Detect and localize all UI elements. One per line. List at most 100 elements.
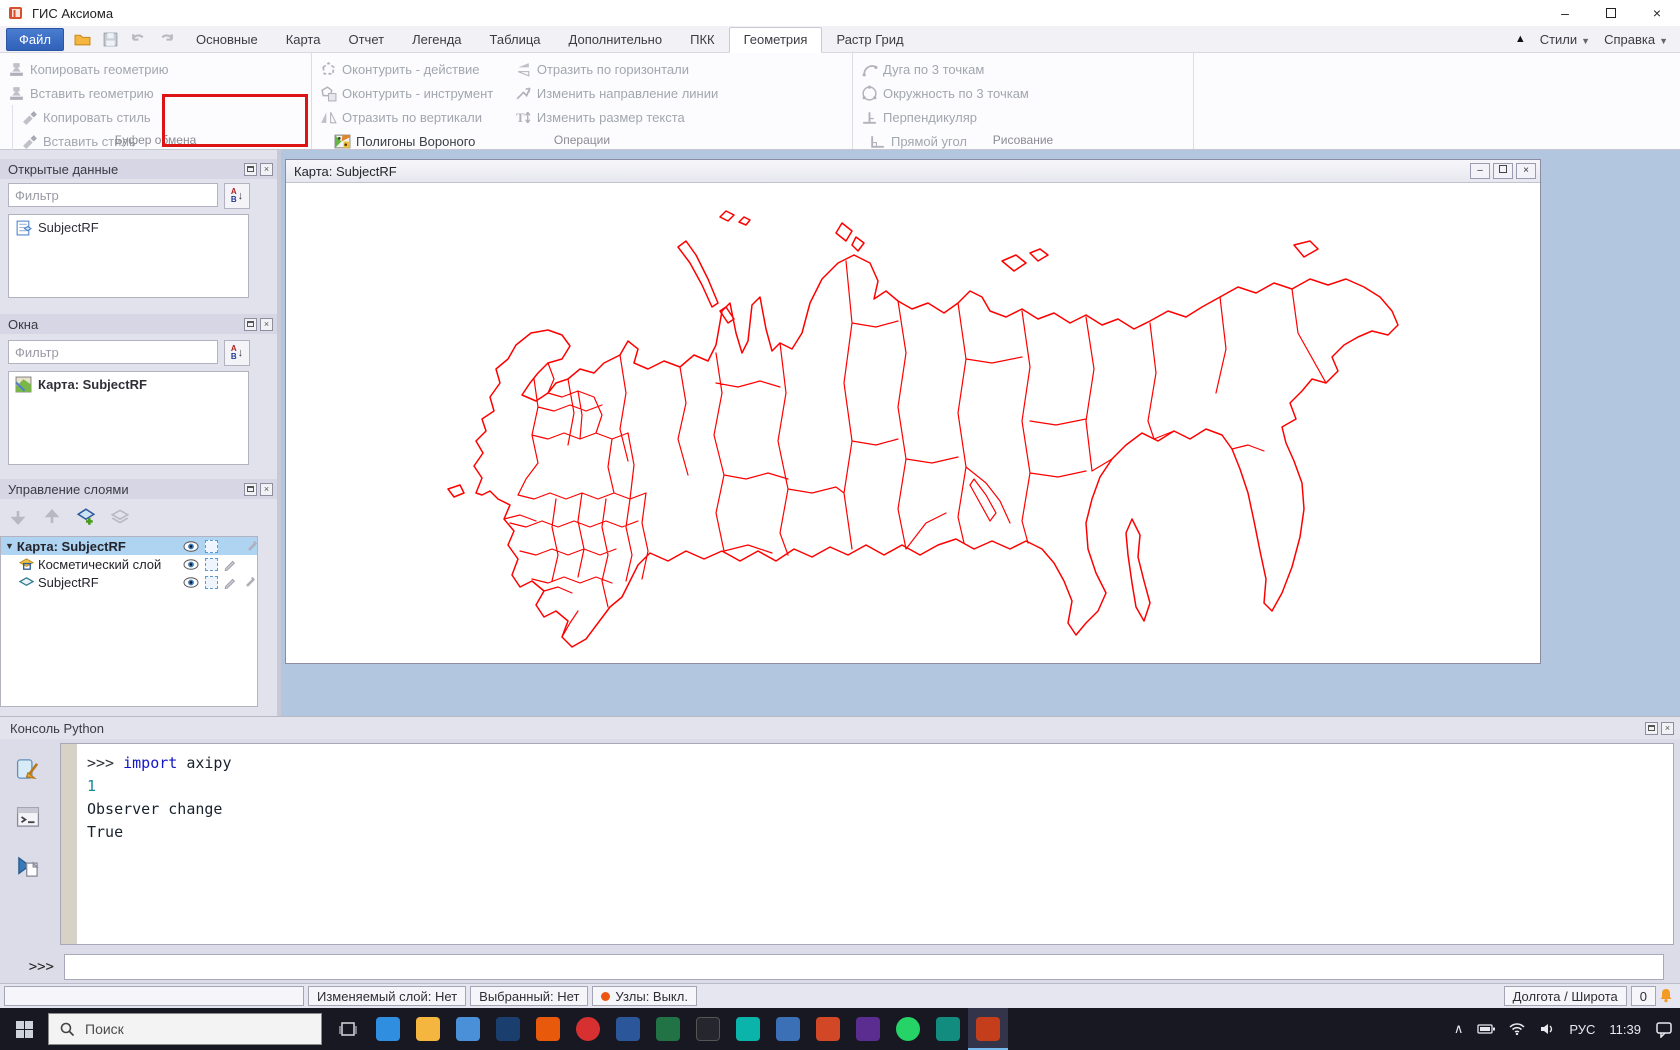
tab-geometriya-active[interactable]: Геометрия	[729, 27, 823, 53]
file-menu-button[interactable]: Файл	[6, 28, 64, 51]
status-editable-layer[interactable]: Изменяемый слой: Нет	[308, 986, 466, 1006]
selectable-checkbox[interactable]	[205, 558, 218, 571]
clip-icon[interactable]	[243, 575, 257, 589]
taskbar-app-edge[interactable]	[368, 1008, 408, 1050]
taskbar-app[interactable]	[448, 1008, 488, 1050]
tab-osnovnye[interactable]: Основные	[182, 28, 272, 52]
taskbar-app[interactable]	[688, 1008, 728, 1050]
tab-tablica[interactable]: Таблица	[476, 28, 555, 52]
tab-karta[interactable]: Карта	[272, 28, 335, 52]
list-item-subjectrf[interactable]: SubjectRF	[9, 215, 248, 240]
taskbar-app[interactable]	[568, 1008, 608, 1050]
taskbar-app[interactable]	[488, 1008, 528, 1050]
app-icon	[856, 1017, 880, 1041]
arc-icon	[861, 61, 878, 78]
circle-3-points-button: Окружность по 3 точкам	[859, 81, 1037, 105]
panel-close-button[interactable]: ×	[260, 483, 273, 496]
collapse-ribbon-icon[interactable]: ▲	[1515, 33, 1526, 45]
panel-float-button[interactable]	[244, 483, 257, 496]
taskbar-app[interactable]	[808, 1008, 848, 1050]
tab-pkk[interactable]: ПКК	[676, 28, 729, 52]
taskbar-app-explorer[interactable]	[408, 1008, 448, 1050]
help-dropdown[interactable]: Справка▼	[1604, 32, 1668, 47]
close-button[interactable]: ×	[1634, 0, 1680, 26]
volume-icon[interactable]	[1532, 1008, 1562, 1050]
tree-expander-icon[interactable]: ▼	[5, 541, 14, 551]
tree-row-cosmetic-layer[interactable]: Косметический слой	[1, 555, 257, 573]
explorer-icon	[416, 1017, 440, 1041]
taskbar-app[interactable]	[728, 1008, 768, 1050]
axioma-icon	[976, 1017, 1000, 1041]
status-nodes[interactable]: Узлы: Выкл.	[592, 986, 697, 1006]
list-item-map-window[interactable]: Карта: SubjectRF	[9, 372, 248, 397]
panel-float-button[interactable]	[244, 318, 257, 331]
python-console-button[interactable]	[10, 801, 46, 833]
status-coordinates[interactable]: Долгота / Широта	[1504, 986, 1627, 1006]
taskbar-app[interactable]	[528, 1008, 568, 1050]
map-minimize-button[interactable]: –	[1470, 163, 1490, 179]
map-restore-button[interactable]	[1493, 163, 1513, 179]
minimize-button[interactable]: –	[1542, 0, 1588, 26]
visibility-eye-icon[interactable]	[183, 541, 199, 552]
start-button[interactable]	[0, 1008, 48, 1050]
sort-button[interactable]: AB↓	[224, 340, 250, 366]
taskbar-app[interactable]	[848, 1008, 888, 1050]
status-notification-count[interactable]: 0	[1631, 986, 1656, 1006]
open-data-filter-input[interactable]	[8, 183, 218, 207]
clear-console-button[interactable]	[10, 753, 46, 785]
taskbar-app[interactable]	[768, 1008, 808, 1050]
float-icon	[247, 166, 254, 172]
styles-dropdown[interactable]: Стили▼	[1540, 32, 1590, 47]
selectable-checkbox[interactable]	[205, 540, 218, 553]
bell-icon[interactable]	[1658, 987, 1674, 1003]
edit-pencil-icon[interactable]	[223, 557, 237, 571]
taskbar-app-whatsapp[interactable]	[888, 1008, 928, 1050]
app-icon	[536, 1017, 560, 1041]
panel-close-button[interactable]: ×	[1661, 722, 1674, 735]
language-indicator[interactable]: РУС	[1562, 1008, 1602, 1050]
status-selected[interactable]: Выбранный: Нет	[470, 986, 588, 1006]
tab-rastr-grid[interactable]: Растр Грид	[822, 28, 917, 52]
visibility-eye-icon[interactable]	[183, 559, 199, 570]
visibility-eye-icon[interactable]	[183, 577, 199, 588]
outline-action-button: Оконтурить - действие	[318, 57, 501, 81]
tab-legenda[interactable]: Легенда	[398, 28, 475, 52]
tab-otchet[interactable]: Отчет	[334, 28, 398, 52]
tab-dopolnitelno[interactable]: Дополнительно	[555, 28, 677, 52]
console-header: Консоль Python ×	[0, 717, 1680, 739]
taskbar-app[interactable]	[648, 1008, 688, 1050]
panel-close-button[interactable]: ×	[260, 318, 273, 331]
tray-expand-chevron[interactable]: ∧	[1447, 1008, 1471, 1050]
panel-close-button[interactable]: ×	[260, 163, 273, 176]
add-layer-icon	[76, 507, 96, 527]
panel-float-button[interactable]	[244, 163, 257, 176]
clock[interactable]: 11:39	[1602, 1008, 1648, 1050]
arrow-up-icon	[44, 509, 60, 525]
battery-icon[interactable]	[1470, 1008, 1502, 1050]
taskbar-app-axioma-active[interactable]	[968, 1008, 1008, 1050]
map-window-titlebar[interactable]: Карта: SubjectRF – ×	[286, 160, 1540, 183]
map-close-button[interactable]: ×	[1516, 163, 1536, 179]
open-file-button[interactable]	[70, 29, 94, 49]
clip-icon[interactable]	[245, 539, 259, 553]
sort-button[interactable]: AB↓	[224, 183, 250, 209]
tree-row-map[interactable]: ▼ Карта: SubjectRF	[1, 537, 257, 555]
selectable-checkbox[interactable]	[205, 576, 218, 589]
run-file-button[interactable]	[10, 851, 46, 883]
panel-float-button[interactable]	[1645, 722, 1658, 735]
console-input[interactable]	[64, 954, 1664, 980]
add-layer-button[interactable]	[74, 505, 98, 529]
taskbar-search[interactable]: Поиск	[48, 1013, 322, 1045]
console-output[interactable]: >>> import axipy 1 Observer change True	[60, 743, 1674, 945]
whatsapp-icon	[896, 1017, 920, 1041]
tree-row-subjectrf-layer[interactable]: SubjectRF	[1, 573, 257, 591]
notification-center-icon[interactable]	[1648, 1008, 1680, 1050]
taskbar-app[interactable]	[608, 1008, 648, 1050]
network-wifi-icon[interactable]	[1502, 1008, 1532, 1050]
edit-pencil-icon[interactable]	[223, 575, 237, 589]
taskbar-app[interactable]	[928, 1008, 968, 1050]
map-canvas[interactable]	[286, 183, 1540, 663]
task-view-button[interactable]	[328, 1008, 368, 1050]
maximize-button[interactable]	[1588, 0, 1634, 26]
windows-filter-input[interactable]	[8, 340, 218, 364]
